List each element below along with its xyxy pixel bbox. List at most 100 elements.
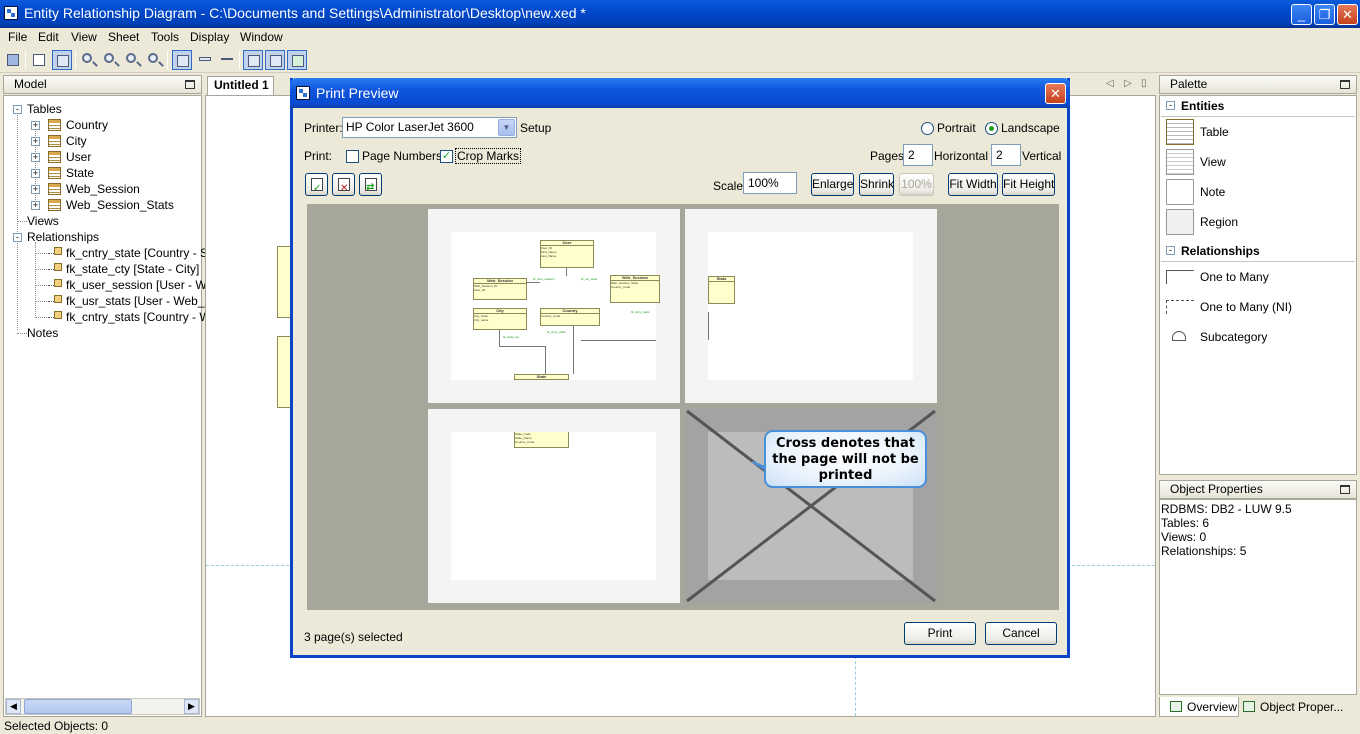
page-numbers-label[interactable]: Page Numbers — [362, 149, 442, 163]
model-horizontal-scrollbar[interactable]: ◀ ▶ — [5, 698, 200, 715]
palette-item-one-to-many-ni[interactable]: One to Many (NI) — [1200, 300, 1292, 314]
restore-panel-icon[interactable] — [185, 80, 195, 89]
print-label: Print: — [304, 149, 333, 163]
tree-relationships[interactable]: Relationships — [27, 229, 99, 245]
expand-icon[interactable]: + — [31, 137, 40, 146]
relationship-icon — [48, 311, 62, 321]
tree-tables[interactable]: Tables — [27, 101, 62, 117]
deselect-all-pages-button[interactable] — [332, 173, 355, 199]
tree-table-country[interactable]: Country — [66, 117, 108, 133]
tree-table-state[interactable]: State — [66, 165, 94, 181]
print-icon[interactable] — [29, 50, 49, 70]
expand-icon[interactable]: + — [31, 153, 40, 162]
portrait-radio[interactable] — [921, 122, 934, 135]
tree-table-user[interactable]: User — [66, 149, 91, 165]
show-attributes-icon[interactable] — [172, 50, 192, 70]
landscape-radio[interactable] — [985, 122, 998, 135]
scroll-left-icon[interactable]: ◀ — [6, 699, 21, 714]
tree-relationship[interactable]: fk_cntry_stats [Country - W — [66, 309, 211, 325]
shrink-button[interactable]: Shrink — [859, 173, 894, 196]
page-numbers-checkbox[interactable] — [346, 150, 359, 163]
crop-marks-label[interactable]: Crop Marks — [455, 148, 522, 164]
minimize-button[interactable]: _ — [1291, 4, 1312, 25]
expand-icon[interactable]: + — [31, 185, 40, 194]
restore-button[interactable]: ❐ — [1314, 4, 1335, 25]
menu-view[interactable]: View — [71, 30, 97, 44]
dialog-close-button[interactable]: ✕ — [1045, 83, 1066, 104]
collapse-tables-icon[interactable]: - — [13, 105, 22, 114]
portrait-label[interactable]: Portrait — [937, 121, 976, 135]
collapse-relationships-icon[interactable]: - — [13, 233, 22, 242]
crop-marks-checkbox[interactable]: ✓ — [440, 150, 453, 163]
tree-relationship[interactable]: fk_state_cty [State - City] — [66, 261, 199, 277]
property-tables: Tables: 6 — [1161, 516, 1210, 530]
pages-horizontal-input[interactable]: 2 — [903, 144, 933, 166]
palette-item-table[interactable]: Table — [1200, 125, 1229, 139]
tab-untitled-1[interactable]: Untitled 1 — [207, 76, 274, 95]
palette-item-view[interactable]: View — [1200, 155, 1226, 169]
scroll-right-icon[interactable]: ▶ — [184, 699, 199, 714]
restore-panel-icon[interactable] — [1340, 80, 1350, 89]
zoom-icon[interactable] — [79, 50, 99, 70]
layout-grid-icon[interactable] — [243, 50, 263, 70]
overview-icon — [1170, 701, 1182, 712]
scroll-thumb[interactable] — [24, 699, 132, 714]
printer-select[interactable]: HP Color LaserJet 3600 ▼ — [342, 117, 517, 138]
tree-table-city[interactable]: City — [66, 133, 87, 149]
palette-item-region[interactable]: Region — [1200, 215, 1238, 229]
collapse-icon[interactable]: - — [1166, 101, 1175, 110]
invert-selection-button[interactable] — [359, 173, 382, 198]
tree-views[interactable]: Views — [27, 213, 59, 229]
actual-size-button[interactable]: 100% — [899, 173, 934, 196]
print-preview-icon[interactable] — [52, 50, 72, 70]
tab-scroll-left-icon[interactable]: ◁ — [1106, 78, 1114, 89]
chevron-down-icon[interactable]: ▼ — [498, 119, 515, 136]
save-icon[interactable] — [3, 50, 23, 70]
menu-edit[interactable]: Edit — [38, 30, 59, 44]
tree-table-web-session[interactable]: Web_Session — [66, 181, 140, 197]
show-keys-icon[interactable] — [195, 50, 215, 70]
tree-relationship[interactable]: fk_cntry_state [Country - St — [66, 245, 211, 261]
setup-link[interactable]: Setup — [520, 121, 551, 135]
palette-section-relationships[interactable]: - Relationships — [1161, 242, 1357, 261]
zoom-in-icon[interactable] — [101, 50, 121, 70]
tab-list-icon[interactable]: ▯ — [1141, 78, 1147, 89]
select-all-pages-button[interactable] — [305, 173, 328, 199]
tree-notes[interactable]: Notes — [27, 325, 58, 341]
layout-list-icon[interactable] — [265, 50, 285, 70]
pages-vertical-input[interactable]: 2 — [991, 144, 1021, 166]
tree-relationship[interactable]: fk_user_session [User - Web — [66, 277, 220, 293]
scale-input[interactable]: 100% — [743, 172, 797, 194]
layout-tree-icon[interactable] — [287, 50, 307, 70]
enlarge-button[interactable]: Enlarge — [811, 173, 854, 196]
print-button[interactable]: Print — [904, 622, 976, 645]
tree-relationship[interactable]: fk_usr_stats [User - Web_Se — [66, 293, 219, 309]
menu-file[interactable]: File — [8, 30, 27, 44]
menu-sheet[interactable]: Sheet — [108, 30, 139, 44]
palette-item-subcategory[interactable]: Subcategory — [1200, 330, 1267, 344]
landscape-label[interactable]: Landscape — [1001, 121, 1060, 135]
expand-icon[interactable]: + — [31, 169, 40, 178]
tab-object-properties[interactable]: Object Proper... — [1239, 697, 1357, 717]
tree-table-web-session-stats[interactable]: Web_Session_Stats — [66, 197, 174, 213]
palette-section-entities[interactable]: - Entities — [1161, 97, 1357, 116]
zoom-fit-icon[interactable] — [145, 50, 165, 70]
collapse-icon[interactable]: - — [1166, 246, 1175, 255]
palette-item-note[interactable]: Note — [1200, 185, 1225, 199]
cancel-button[interactable]: Cancel — [985, 622, 1057, 645]
fit-width-button[interactable]: Fit Width — [948, 173, 998, 196]
close-button[interactable]: ✕ — [1337, 4, 1358, 25]
tab-scroll-right-icon[interactable]: ▷ — [1124, 78, 1132, 89]
relationship-icon — [48, 263, 62, 273]
menu-window[interactable]: Window — [240, 30, 283, 44]
fit-height-button[interactable]: Fit Height — [1002, 173, 1055, 196]
expand-icon[interactable]: + — [31, 121, 40, 130]
show-names-icon[interactable] — [217, 50, 237, 70]
menu-tools[interactable]: Tools — [151, 30, 179, 44]
palette-item-one-to-many[interactable]: One to Many — [1200, 270, 1269, 284]
zoom-out-icon[interactable] — [123, 50, 143, 70]
menu-display[interactable]: Display — [190, 30, 229, 44]
tab-overview[interactable]: Overview — [1159, 697, 1239, 717]
expand-icon[interactable]: + — [31, 201, 40, 210]
restore-panel-icon[interactable] — [1340, 485, 1350, 494]
